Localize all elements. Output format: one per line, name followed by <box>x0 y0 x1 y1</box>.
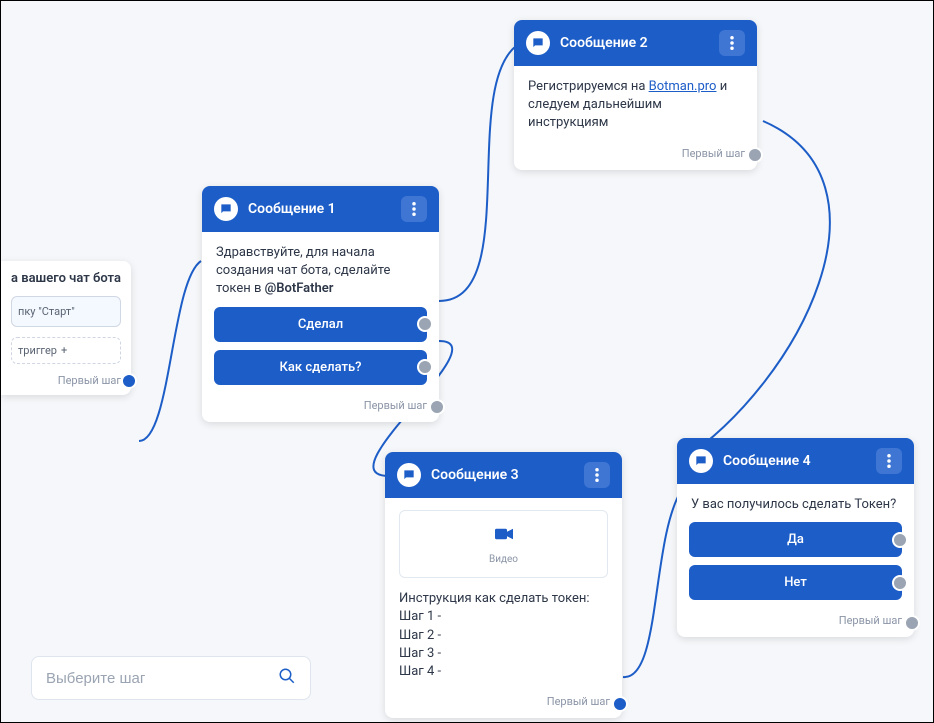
node-header[interactable]: Сообщение 1 <box>202 186 439 232</box>
node-menu-button[interactable] <box>584 462 610 488</box>
message-icon <box>397 463 421 487</box>
node-menu-button[interactable] <box>876 448 902 474</box>
output-port[interactable] <box>417 316 433 332</box>
node-message-2[interactable]: Сообщение 2 Регистрируемся на Botman.pro… <box>514 20 757 170</box>
video-icon <box>408 527 599 547</box>
flow-canvas[interactable]: а вашего чат бота пку "Старт" триггер + … <box>1 1 933 722</box>
node-header[interactable]: Сообщение 3 <box>385 452 622 498</box>
node-menu-button[interactable] <box>401 196 427 222</box>
output-port[interactable] <box>612 696 628 712</box>
node-footer: Первый шаг <box>514 141 757 170</box>
add-trigger-button[interactable]: триггер + <box>11 337 121 364</box>
step-search-input[interactable] <box>46 670 270 687</box>
node-footer: Первый шаг <box>11 374 121 387</box>
node-menu-button[interactable] <box>719 30 745 56</box>
node-body: Видео Инструкция как сделать токен: Шаг … <box>385 498 622 689</box>
reply-button-yes[interactable]: Да <box>689 522 902 557</box>
node-message-4[interactable]: Сообщение 4 У вас получилось сделать Ток… <box>677 438 914 637</box>
output-port[interactable] <box>904 615 920 631</box>
reply-button-done[interactable]: Сделал <box>214 307 427 342</box>
message-icon <box>526 31 550 55</box>
message-icon <box>689 449 713 473</box>
node-footer: Первый шаг <box>385 689 622 718</box>
output-port[interactable] <box>747 147 763 163</box>
output-port[interactable] <box>121 373 137 389</box>
botman-link[interactable]: Botman.pro <box>649 79 717 94</box>
node-trigger-partial[interactable]: а вашего чат бота пку "Старт" триггер + … <box>1 261 131 395</box>
plus-icon: + <box>61 344 67 357</box>
search-icon <box>278 667 296 689</box>
reply-button-howto[interactable]: Как сделать? <box>214 350 427 385</box>
partial-title: а вашего чат бота <box>11 271 121 286</box>
output-port[interactable] <box>417 359 433 375</box>
output-port[interactable] <box>892 575 908 591</box>
node-body: Здравствуйте, для начала создания чат бо… <box>202 232 439 307</box>
node-message-1[interactable]: Сообщение 1 Здравствуйте, для начала соз… <box>202 186 439 422</box>
node-footer: Первый шаг <box>202 393 439 422</box>
node-header[interactable]: Сообщение 4 <box>677 438 914 484</box>
node-body: У вас получилось сделать Токен? <box>677 484 914 522</box>
node-message-3[interactable]: Сообщение 3 Видео Инструкция как сделать… <box>385 452 622 718</box>
message-icon <box>214 197 238 221</box>
node-footer: Первый шаг <box>677 608 914 637</box>
output-port[interactable] <box>429 399 445 415</box>
reply-button-no[interactable]: Нет <box>689 565 902 600</box>
trigger-chip[interactable]: пку "Старт" <box>11 296 121 327</box>
output-port[interactable] <box>892 532 908 548</box>
node-header[interactable]: Сообщение 2 <box>514 20 757 66</box>
node-body: Регистрируемся на Botman.pro и следуем д… <box>514 66 757 141</box>
media-attachment[interactable]: Видео <box>399 510 608 578</box>
step-search[interactable] <box>31 656 311 700</box>
